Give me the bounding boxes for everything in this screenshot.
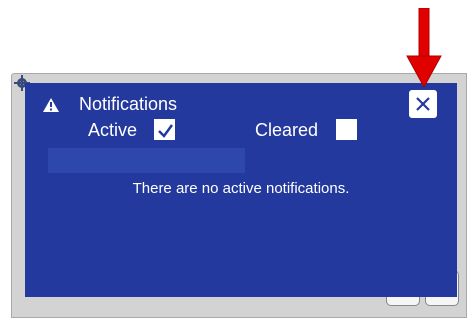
cleared-filter-label: Cleared (255, 120, 319, 140)
red-down-arrow-icon (406, 8, 442, 88)
empty-message: There are no active notifications. (132, 180, 350, 197)
active-checkbox[interactable] (154, 119, 175, 140)
close-button[interactable] (407, 88, 439, 120)
cleared-checkbox[interactable] (336, 119, 357, 140)
checkmark-icon (158, 124, 174, 138)
dialog-title: Notifications (79, 94, 178, 114)
notifications-header-bar (48, 148, 245, 173)
warning-triangle-icon (43, 98, 59, 112)
active-filter-label: Active (88, 120, 138, 140)
close-icon (416, 97, 430, 111)
